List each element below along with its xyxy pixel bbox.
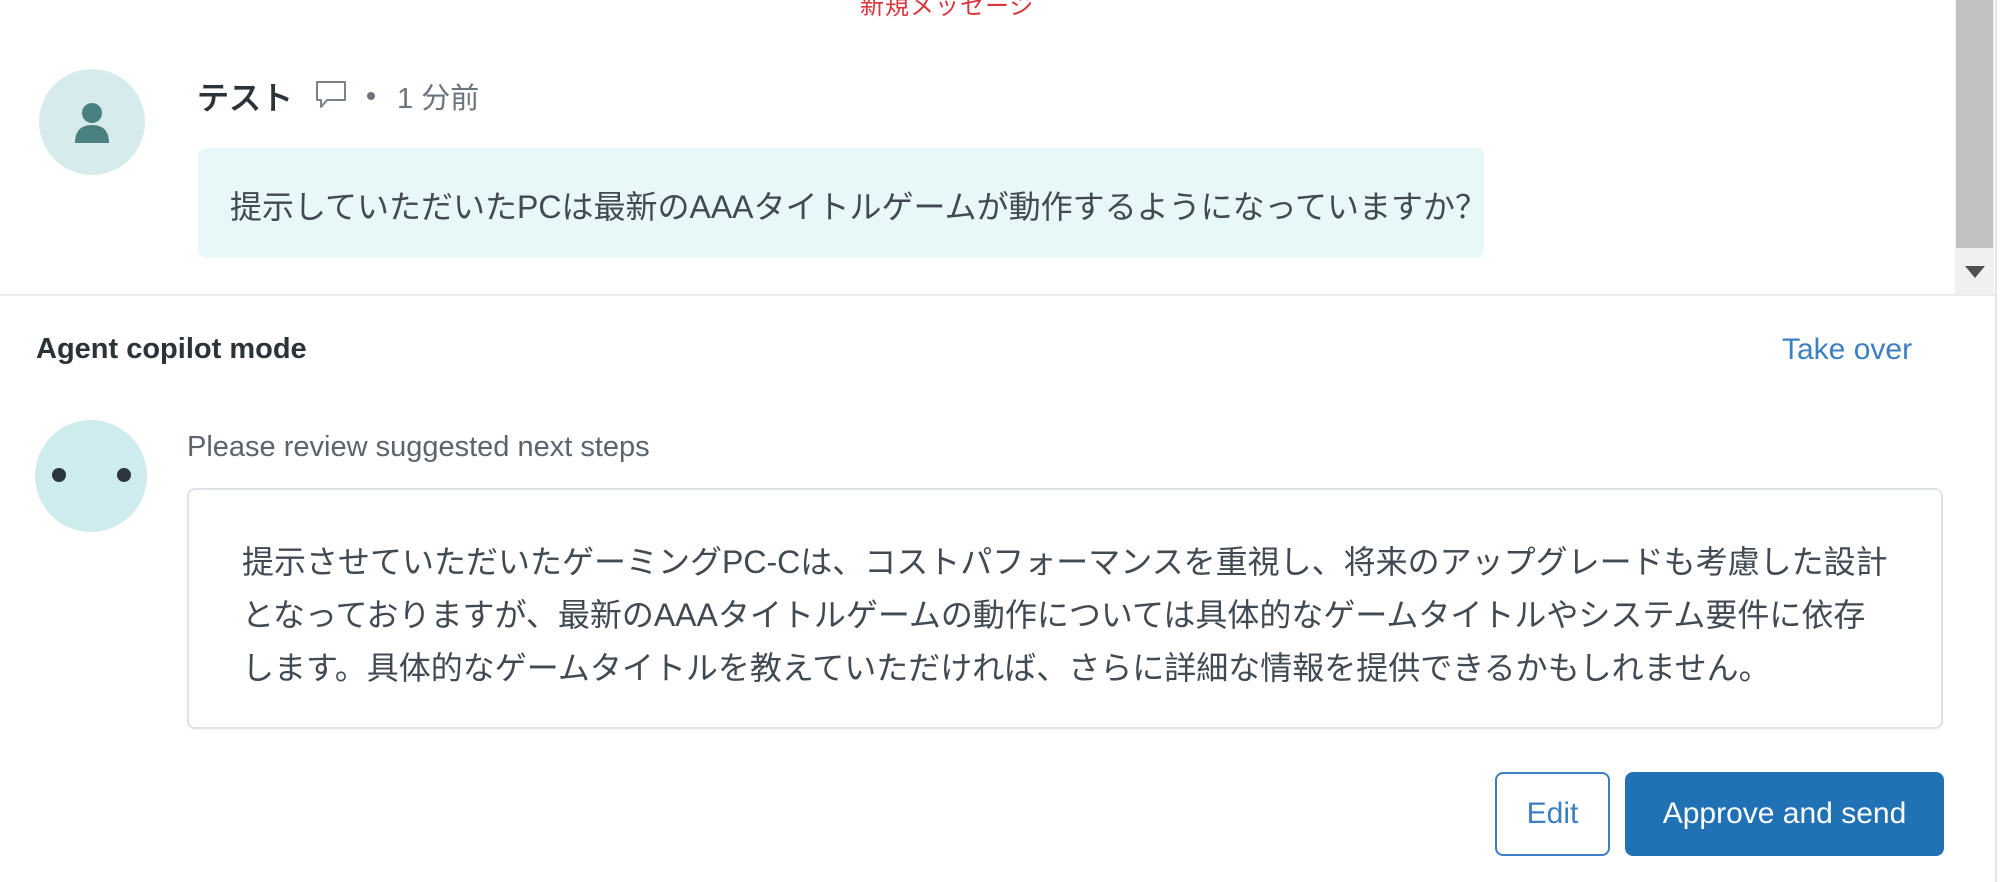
panel-right-border [1995, 0, 1997, 882]
approve-and-send-button[interactable]: Approve and send [1625, 772, 1944, 856]
review-instruction: Please review suggested next steps [187, 431, 650, 463]
copilot-mode-title: Agent copilot mode [36, 333, 307, 365]
triangle-down-icon [1964, 266, 1985, 278]
suggested-reply: 提示させていただいたゲーミングPC-Cは、コストパフォーマンスを重視し、将来のア… [187, 488, 1943, 729]
comment-icon [315, 80, 347, 118]
customer-avatar [39, 69, 145, 175]
message-author: テスト [197, 80, 294, 116]
copilot-bot-avatar [35, 420, 147, 532]
customer-message-bubble: 提示していただいたPCは最新のAAAタイトルゲームが動作するようになっていますか… [198, 148, 1487, 258]
agent-workspace: 新規メッセージ テスト 1 分前 提示していただいたPCは最新のAAAタイトルゲ… [0, 0, 2000, 882]
conversation-pane: 新規メッセージ テスト 1 分前 提示していただいたPCは最新のAAAタイトルゲ… [0, 0, 1956, 294]
edit-button[interactable]: Edit [1495, 772, 1610, 856]
panel-divider [0, 294, 1996, 296]
message-header: テスト 1 分前 [197, 74, 479, 118]
message-timestamp: 1 分前 [397, 83, 480, 115]
new-messages-divider: 新規メッセージ [860, 0, 1035, 20]
scrollbar-thumb[interactable] [1956, 0, 1993, 248]
separator-dot [367, 92, 376, 100]
conversation-scrollbar[interactable] [1955, 0, 1994, 294]
bot-eye-right-icon [117, 468, 131, 482]
bot-eye-left-icon [52, 468, 66, 482]
scroll-down-button[interactable] [1955, 250, 1994, 294]
take-over-button[interactable]: Take over [1782, 333, 1912, 367]
person-icon [75, 103, 109, 143]
